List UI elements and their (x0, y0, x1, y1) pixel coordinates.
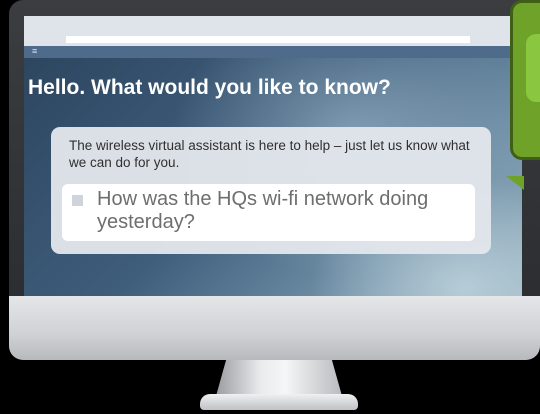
menu-bar (24, 46, 522, 58)
assistant-intro-text: The wireless virtual assistant is here t… (69, 138, 470, 170)
hamburger-menu-icon[interactable]: ≡ (32, 47, 38, 56)
green-card-glyph (526, 34, 540, 102)
monitor-stand-base (200, 394, 358, 410)
monitor-stand-neck (216, 360, 342, 396)
monitor-chin (9, 296, 540, 360)
address-bar[interactable] (66, 36, 470, 43)
assistant-headline: Hello. What would you like to know? (28, 76, 391, 99)
query-checkbox[interactable] (72, 195, 83, 206)
browser-toolbar (24, 16, 522, 46)
query-text: How was the HQs wi-fi network doing yest… (97, 188, 429, 233)
